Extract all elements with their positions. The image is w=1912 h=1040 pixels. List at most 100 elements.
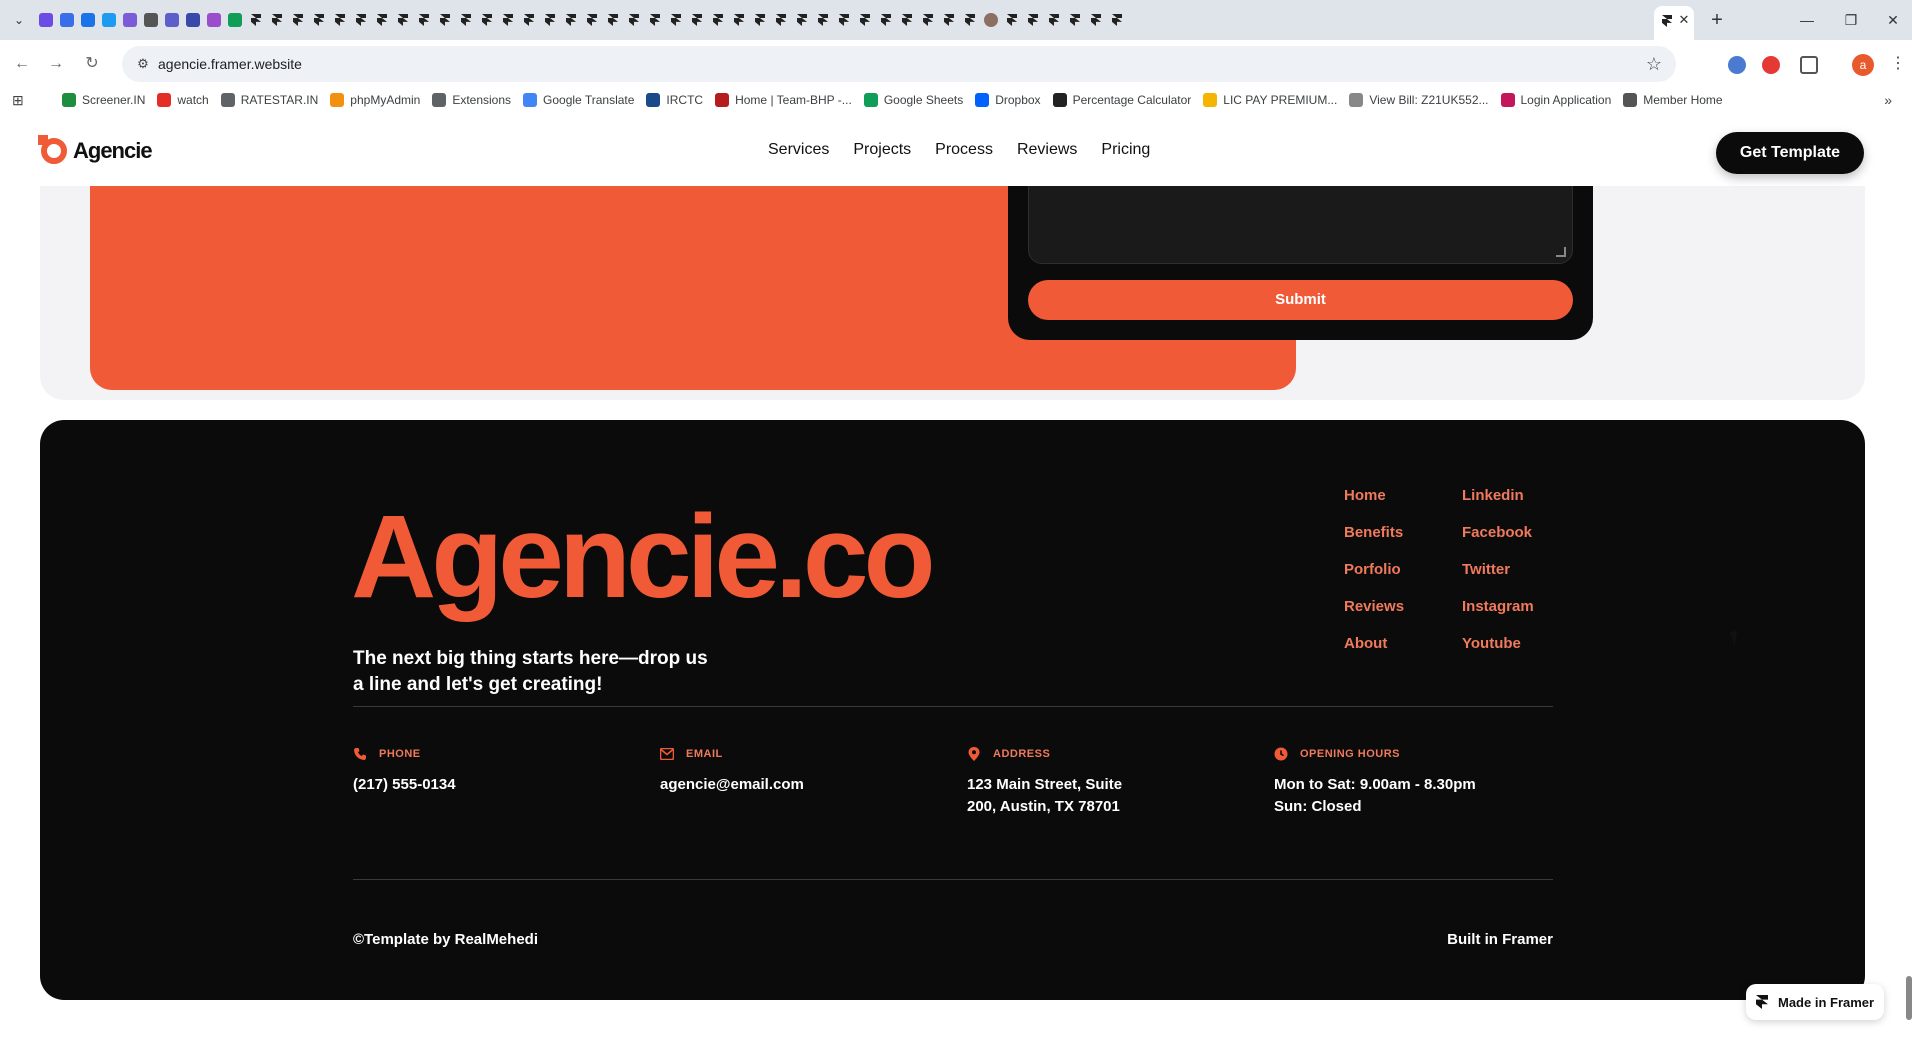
browser-tab[interactable] <box>99 8 120 32</box>
footer-link-instagram[interactable]: Instagram <box>1462 597 1534 634</box>
get-template-button[interactable]: Get Template <box>1716 132 1864 174</box>
nav-reviews[interactable]: Reviews <box>1017 140 1077 160</box>
browser-tab[interactable] <box>288 8 309 32</box>
bookmark-item[interactable]: Extensions <box>426 88 517 112</box>
browser-tab[interactable] <box>939 8 960 32</box>
footer-link-portfolio[interactable]: Porfolio <box>1344 560 1404 597</box>
bookmark-item[interactable]: Google Sheets <box>858 88 969 112</box>
browser-tab[interactable] <box>1086 8 1107 32</box>
browser-tab[interactable] <box>792 8 813 32</box>
shield-extension-icon[interactable] <box>1762 56 1780 74</box>
browser-tab[interactable] <box>1023 8 1044 32</box>
bookmark-item[interactable]: phpMyAdmin <box>324 88 426 112</box>
bookmarks-overflow-icon[interactable]: » <box>1884 90 1892 110</box>
bookmark-item[interactable]: Percentage Calculator <box>1047 88 1198 112</box>
browser-tab[interactable] <box>162 8 183 32</box>
bookmark-star-icon[interactable]: ☆ <box>1646 54 1662 74</box>
browser-tab[interactable] <box>372 8 393 32</box>
site-logo[interactable]: Agencie <box>38 135 153 164</box>
browser-tab[interactable] <box>477 8 498 32</box>
footer-link-benefits[interactable]: Benefits <box>1344 523 1404 560</box>
browser-tab[interactable] <box>225 8 246 32</box>
tab-search-chevron-icon[interactable]: ⌄ <box>8 10 30 30</box>
footer-built-in-framer[interactable]: Built in Framer <box>1447 930 1553 950</box>
browser-tab[interactable] <box>666 8 687 32</box>
browser-tab[interactable] <box>918 8 939 32</box>
minimize-button[interactable]: — <box>1792 8 1822 32</box>
browser-tab[interactable] <box>435 8 456 32</box>
close-window-button[interactable]: ✕ <box>1878 8 1908 32</box>
info-email-value[interactable]: agencie@email.com <box>660 774 950 796</box>
info-phone-value[interactable]: (217) 555-0134 <box>353 774 643 796</box>
browser-tab[interactable] <box>1107 8 1128 32</box>
browser-tab[interactable] <box>813 8 834 32</box>
browser-tab[interactable] <box>582 8 603 32</box>
browser-tab[interactable] <box>960 8 981 32</box>
forward-arrow-icon[interactable]: → <box>44 52 68 76</box>
browser-tab[interactable] <box>456 8 477 32</box>
browser-tab[interactable] <box>183 8 204 32</box>
footer-link-linkedin[interactable]: Linkedin <box>1462 486 1534 523</box>
browser-tab[interactable] <box>519 8 540 32</box>
browser-tab[interactable] <box>603 8 624 32</box>
browser-tab[interactable] <box>309 8 330 32</box>
browser-tab[interactable] <box>246 8 267 32</box>
browser-tab[interactable] <box>771 8 792 32</box>
browser-tab[interactable] <box>1002 8 1023 32</box>
back-arrow-icon[interactable]: ← <box>10 52 34 76</box>
bookmark-item[interactable]: Dropbox <box>969 88 1046 112</box>
browser-tab[interactable] <box>78 8 99 32</box>
reload-icon[interactable]: ↻ <box>80 52 104 76</box>
browser-tab[interactable] <box>414 8 435 32</box>
bookmark-item[interactable]: Google Translate <box>517 88 640 112</box>
extensions-puzzle-icon[interactable] <box>1800 56 1818 74</box>
made-in-framer-badge[interactable]: Made in Framer <box>1746 984 1884 1020</box>
browser-tab[interactable] <box>120 8 141 32</box>
browser-tab[interactable] <box>897 8 918 32</box>
browser-tab[interactable] <box>645 8 666 32</box>
bookmark-item[interactable]: Member Home <box>1617 88 1728 112</box>
browser-tab[interactable] <box>498 8 519 32</box>
site-settings-icon[interactable]: ⚙ <box>134 55 152 73</box>
close-tab-icon[interactable]: ✕ <box>1676 12 1692 28</box>
browser-tab[interactable] <box>561 8 582 32</box>
bookmark-item[interactable]: View Bill: Z21UK552... <box>1343 88 1494 112</box>
browser-tab[interactable] <box>876 8 897 32</box>
browser-tab[interactable] <box>708 8 729 32</box>
page-scrollbar[interactable] <box>1906 976 1912 1020</box>
apps-grid-icon[interactable]: ⊞ <box>12 92 28 108</box>
profile-avatar[interactable]: a <box>1852 54 1874 76</box>
browser-tab[interactable] <box>141 8 162 32</box>
new-tab-button[interactable]: + <box>1706 9 1728 31</box>
browser-tab[interactable] <box>624 8 645 32</box>
footer-link-twitter[interactable]: Twitter <box>1462 560 1534 597</box>
footer-link-reviews[interactable]: Reviews <box>1344 597 1404 634</box>
browser-tab[interactable] <box>351 8 372 32</box>
address-bar[interactable]: ⚙ agencie.framer.website ☆ <box>122 46 1676 82</box>
browser-tab[interactable] <box>981 8 1002 32</box>
browser-tab[interactable] <box>834 8 855 32</box>
browser-tab[interactable] <box>204 8 225 32</box>
restore-button[interactable]: ❐ <box>1836 8 1866 32</box>
bookmark-item[interactable]: Home | Team-BHP -... <box>709 88 858 112</box>
browser-tab[interactable] <box>540 8 561 32</box>
bookmark-item[interactable]: IRCTC <box>640 88 709 112</box>
footer-link-about[interactable]: About <box>1344 634 1404 671</box>
browser-tab[interactable] <box>1065 8 1086 32</box>
nav-projects[interactable]: Projects <box>853 140 911 160</box>
submit-button[interactable]: Submit <box>1028 280 1573 320</box>
browser-tab[interactable] <box>750 8 771 32</box>
browser-tab[interactable] <box>330 8 351 32</box>
bookmark-item[interactable]: Screener.IN <box>56 88 151 112</box>
nav-process[interactable]: Process <box>935 140 993 160</box>
browser-tab[interactable] <box>687 8 708 32</box>
browser-tab[interactable] <box>729 8 750 32</box>
url-text[interactable]: agencie.framer.website <box>158 55 302 73</box>
nav-services[interactable]: Services <box>768 140 829 160</box>
footer-link-facebook[interactable]: Facebook <box>1462 523 1534 560</box>
bookmark-item[interactable]: watch <box>151 88 214 112</box>
bookmark-item[interactable]: LIC PAY PREMIUM... <box>1197 88 1343 112</box>
browser-tab[interactable] <box>57 8 78 32</box>
browser-tab[interactable] <box>1044 8 1065 32</box>
footer-link-home[interactable]: Home <box>1344 486 1404 523</box>
